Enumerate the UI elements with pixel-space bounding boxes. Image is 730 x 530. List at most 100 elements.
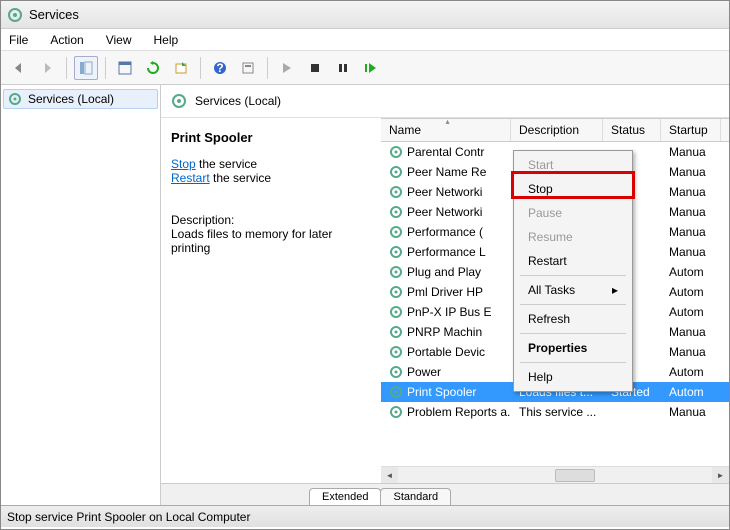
ctx-refresh[interactable]: Refresh [516, 307, 630, 331]
restart-suffix: the service [210, 171, 271, 185]
cell-name: Peer Networki [381, 205, 511, 219]
cell-name: Power [381, 365, 511, 379]
cell-startup: Autom [661, 385, 721, 399]
cell-name: Performance L [381, 245, 511, 259]
stop-suffix: the service [196, 157, 257, 171]
gear-icon [389, 405, 403, 419]
cell-name: Pml Driver HP [381, 285, 511, 299]
horizontal-scrollbar[interactable]: ◄ ► [381, 466, 729, 483]
menu-bar: File Action View Help [1, 29, 729, 51]
status-text: Stop service Print Spooler on Local Comp… [7, 510, 250, 524]
cell-startup: Manua [661, 245, 721, 259]
toolbar-separator [66, 57, 67, 79]
gear-icon [389, 185, 403, 199]
gear-icon [389, 345, 403, 359]
menu-action[interactable]: Action [46, 31, 87, 49]
ctx-separator [520, 362, 626, 363]
menu-file[interactable]: File [5, 31, 32, 49]
col-status[interactable]: Status [603, 119, 661, 141]
column-headers: Name Description Status Startup [381, 118, 729, 142]
window-title: Services [29, 7, 79, 22]
main-area: Services (Local) Services (Local) Print … [1, 85, 729, 505]
cell-name: PnP-X IP Bus E [381, 305, 511, 319]
menu-help[interactable]: Help [150, 31, 183, 49]
ctx-separator [520, 304, 626, 305]
cell-description: This service ... [511, 405, 603, 419]
view-tabs: Extended Standard [161, 483, 729, 505]
start-service-button[interactable] [275, 56, 299, 80]
scroll-left-button[interactable]: ◄ [381, 467, 398, 484]
ctx-all-tasks[interactable]: All Tasks▸ [516, 278, 630, 302]
cell-startup: Autom [661, 265, 721, 279]
cell-startup: Manua [661, 325, 721, 339]
ctx-separator [520, 333, 626, 334]
description-block: Description: Loads files to memory for l… [171, 213, 371, 255]
tree-node-label: Services (Local) [28, 92, 114, 106]
gear-icon [389, 245, 403, 259]
gear-icon [389, 225, 403, 239]
toolbar: ? [1, 51, 729, 85]
pause-service-button[interactable] [331, 56, 355, 80]
status-bar: Stop service Print Spooler on Local Comp… [1, 505, 729, 527]
cell-startup: Manua [661, 165, 721, 179]
nav-forward-button[interactable] [35, 56, 59, 80]
properties-button[interactable] [236, 56, 260, 80]
cell-startup: Manua [661, 205, 721, 219]
show-hide-tree-button[interactable] [74, 56, 98, 80]
help-button[interactable]: ? [208, 56, 232, 80]
refresh-button[interactable] [141, 56, 165, 80]
col-name[interactable]: Name [381, 119, 511, 141]
ctx-resume[interactable]: Resume [516, 225, 630, 249]
ctx-start[interactable]: Start [516, 153, 630, 177]
action-line-restart: Restart the service [171, 171, 371, 185]
svg-text:?: ? [216, 61, 223, 75]
properties-window-button[interactable] [113, 56, 137, 80]
scroll-right-button[interactable]: ► [712, 467, 729, 484]
cell-name: Print Spooler [381, 385, 511, 399]
cell-name: Plug and Play [381, 265, 511, 279]
tree-node-services-local[interactable]: Services (Local) [3, 89, 158, 109]
export-list-button[interactable] [169, 56, 193, 80]
menu-view[interactable]: View [102, 31, 136, 49]
gear-icon [389, 165, 403, 179]
col-description[interactable]: Description [511, 119, 603, 141]
cell-name: Performance ( [381, 225, 511, 239]
title-bar: Services [1, 1, 729, 29]
ctx-properties[interactable]: Properties [516, 336, 630, 360]
ctx-help[interactable]: Help [516, 365, 630, 389]
submenu-arrow-icon: ▸ [612, 283, 618, 297]
cell-name: PNRP Machin [381, 325, 511, 339]
stop-service-button[interactable] [303, 56, 327, 80]
cell-startup: Autom [661, 285, 721, 299]
ctx-stop[interactable]: Stop [516, 177, 630, 201]
restart-service-link[interactable]: Restart [171, 171, 210, 185]
cell-startup: Manua [661, 145, 721, 159]
gear-icon [389, 285, 403, 299]
detail-header: Services (Local) [161, 85, 729, 118]
scroll-thumb[interactable] [555, 469, 595, 482]
nav-back-button[interactable] [7, 56, 31, 80]
stop-service-link[interactable]: Stop [171, 157, 196, 171]
ctx-restart[interactable]: Restart [516, 249, 630, 273]
cell-name: Peer Networki [381, 185, 511, 199]
col-startup[interactable]: Startup [661, 119, 721, 141]
gear-icon [389, 365, 403, 379]
cell-name: Parental Contr [381, 145, 511, 159]
service-info-panel: Print Spooler Stop the service Restart t… [161, 118, 381, 483]
tab-extended[interactable]: Extended [309, 488, 381, 505]
cell-name: Portable Devic [381, 345, 511, 359]
ctx-pause[interactable]: Pause [516, 201, 630, 225]
service-row[interactable]: Problem Reports a...This service ...Manu… [381, 402, 729, 422]
tab-standard[interactable]: Standard [380, 488, 451, 505]
cell-startup: Manua [661, 225, 721, 239]
description-text: Loads files to memory for later printing [171, 227, 371, 255]
cell-startup: Autom [661, 305, 721, 319]
toolbar-separator [105, 57, 106, 79]
cell-startup: Manua [661, 345, 721, 359]
gear-icon [389, 145, 403, 159]
gear-icon [389, 325, 403, 339]
tree-pane: Services (Local) [1, 85, 161, 505]
action-line-stop: Stop the service [171, 157, 371, 171]
cell-startup: Manua [661, 185, 721, 199]
restart-service-button[interactable] [359, 56, 383, 80]
